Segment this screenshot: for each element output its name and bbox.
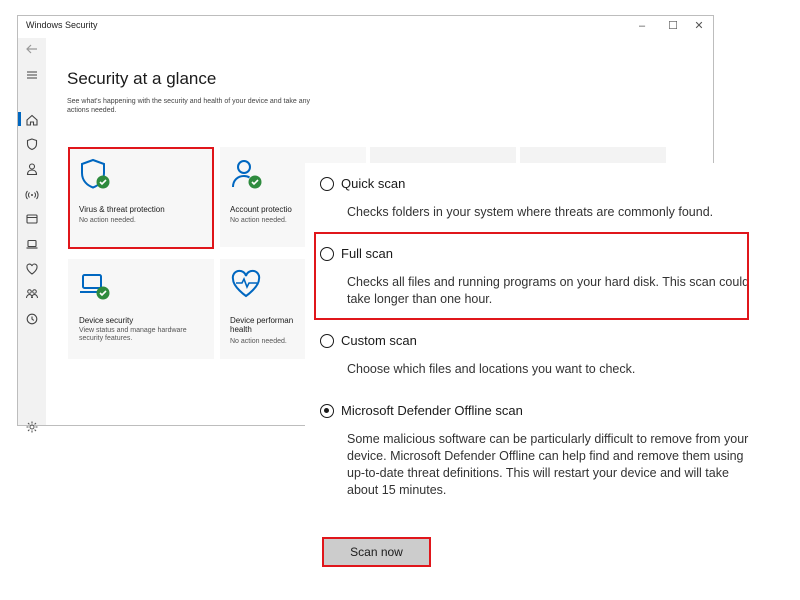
heart-health-icon[interactable] (25, 262, 39, 276)
shield-icon[interactable] (25, 137, 39, 151)
page-title: Security at a glance (67, 69, 217, 88)
family-icon[interactable] (25, 287, 39, 301)
laptop-check-icon (80, 274, 110, 300)
scan-now-button[interactable]: Scan now (322, 537, 431, 567)
card-status: View status and manage hardware security… (79, 327, 187, 342)
hamburger-menu-icon[interactable] (25, 68, 39, 82)
home-icon[interactable] (25, 113, 39, 127)
sidebar (18, 38, 46, 433)
back-arrow-icon[interactable] (25, 42, 39, 56)
option-description: Checks folders in your system where thre… (347, 205, 714, 219)
option-description: Choose which files and locations you wan… (347, 362, 636, 376)
person-icon[interactable] (25, 162, 39, 176)
laptop-icon[interactable] (25, 237, 39, 251)
card-title: Device performan health (230, 316, 294, 334)
person-check-icon (232, 160, 262, 189)
card-status: No action needed. (230, 217, 287, 224)
active-indicator (18, 112, 21, 126)
minimize-button[interactable]: – (629, 18, 655, 34)
history-icon[interactable] (25, 312, 39, 326)
card-title: Account protectio (230, 205, 292, 214)
option-quick-scan[interactable]: Quick scan (320, 176, 405, 191)
card-device-security[interactable]: Device security View status and manage h… (68, 259, 214, 359)
radio-quick-scan[interactable] (320, 176, 334, 191)
highlight-box-full-scan (314, 232, 749, 320)
title-bar: Windows Security – ☐ ✕ (18, 16, 713, 38)
option-defender-offline-scan[interactable]: Microsoft Defender Offline scan (320, 403, 523, 418)
radio-defender-offline-scan[interactable] (320, 403, 334, 418)
radio-custom-scan[interactable] (320, 333, 334, 348)
option-custom-scan[interactable]: Custom scan (320, 333, 417, 348)
scan-options-panel: Quick scan Checks folders in your system… (305, 163, 775, 600)
highlight-box-virus-card (68, 147, 214, 249)
heart-pulse-icon (231, 269, 261, 298)
option-description: Some malicious software can be particula… (347, 432, 749, 497)
option-label: Quick scan (341, 176, 406, 191)
option-label: Custom scan (341, 333, 417, 348)
window-title: Windows Security (26, 20, 98, 30)
gear-icon[interactable] (25, 420, 39, 434)
option-label: Microsoft Defender Offline scan (341, 403, 523, 418)
wifi-signal-icon[interactable] (25, 187, 39, 201)
card-status: No action needed. (230, 338, 287, 345)
app-browser-icon[interactable] (25, 212, 39, 226)
close-button[interactable]: ✕ (686, 18, 712, 34)
page-subtitle: See what's happening with the security a… (67, 98, 310, 114)
card-title: Device security (79, 316, 134, 325)
maximize-button[interactable]: ☐ (660, 18, 686, 34)
